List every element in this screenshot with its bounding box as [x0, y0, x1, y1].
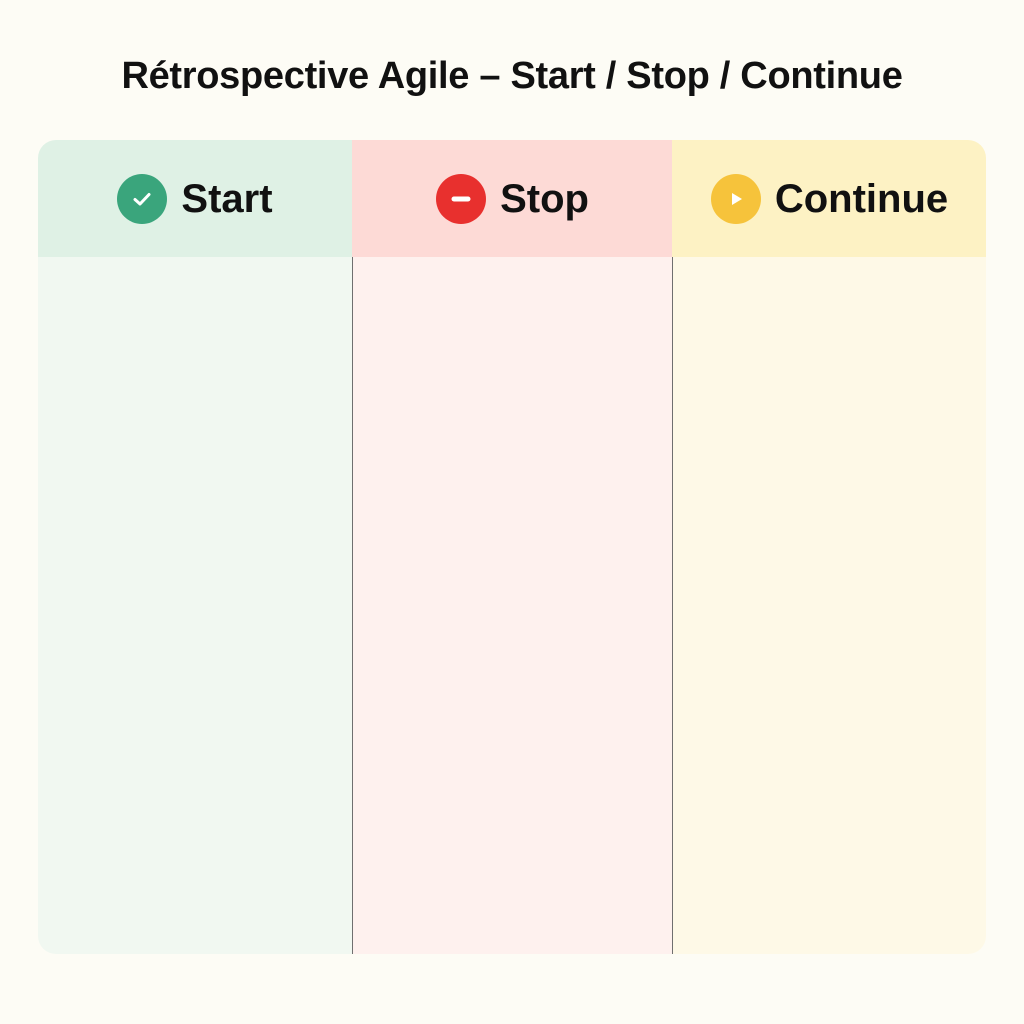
column-start-label: Start	[181, 176, 273, 221]
play-circle-icon	[710, 173, 761, 224]
column-start-body[interactable]	[38, 257, 352, 954]
column-continue-label: Continue	[774, 176, 949, 221]
retrospective-board-page: Rétrospective Agile – Start / Stop / Con…	[0, 0, 1024, 1024]
retro-board: Start Stop Continue	[38, 140, 986, 954]
column-stop: Stop	[352, 140, 672, 954]
column-start: Start	[38, 140, 352, 954]
column-stop-body[interactable]	[353, 257, 672, 954]
column-continue-header: Continue	[672, 140, 986, 257]
check-circle-icon	[117, 173, 168, 224]
column-continue: Continue	[672, 140, 986, 954]
column-start-header: Start	[38, 140, 352, 257]
page-title: Rétrospective Agile – Start / Stop / Con…	[121, 55, 903, 97]
column-continue-body[interactable]	[673, 257, 986, 954]
column-stop-header: Stop	[352, 140, 672, 257]
column-stop-label: Stop	[500, 176, 589, 221]
minus-circle-icon	[436, 173, 487, 224]
